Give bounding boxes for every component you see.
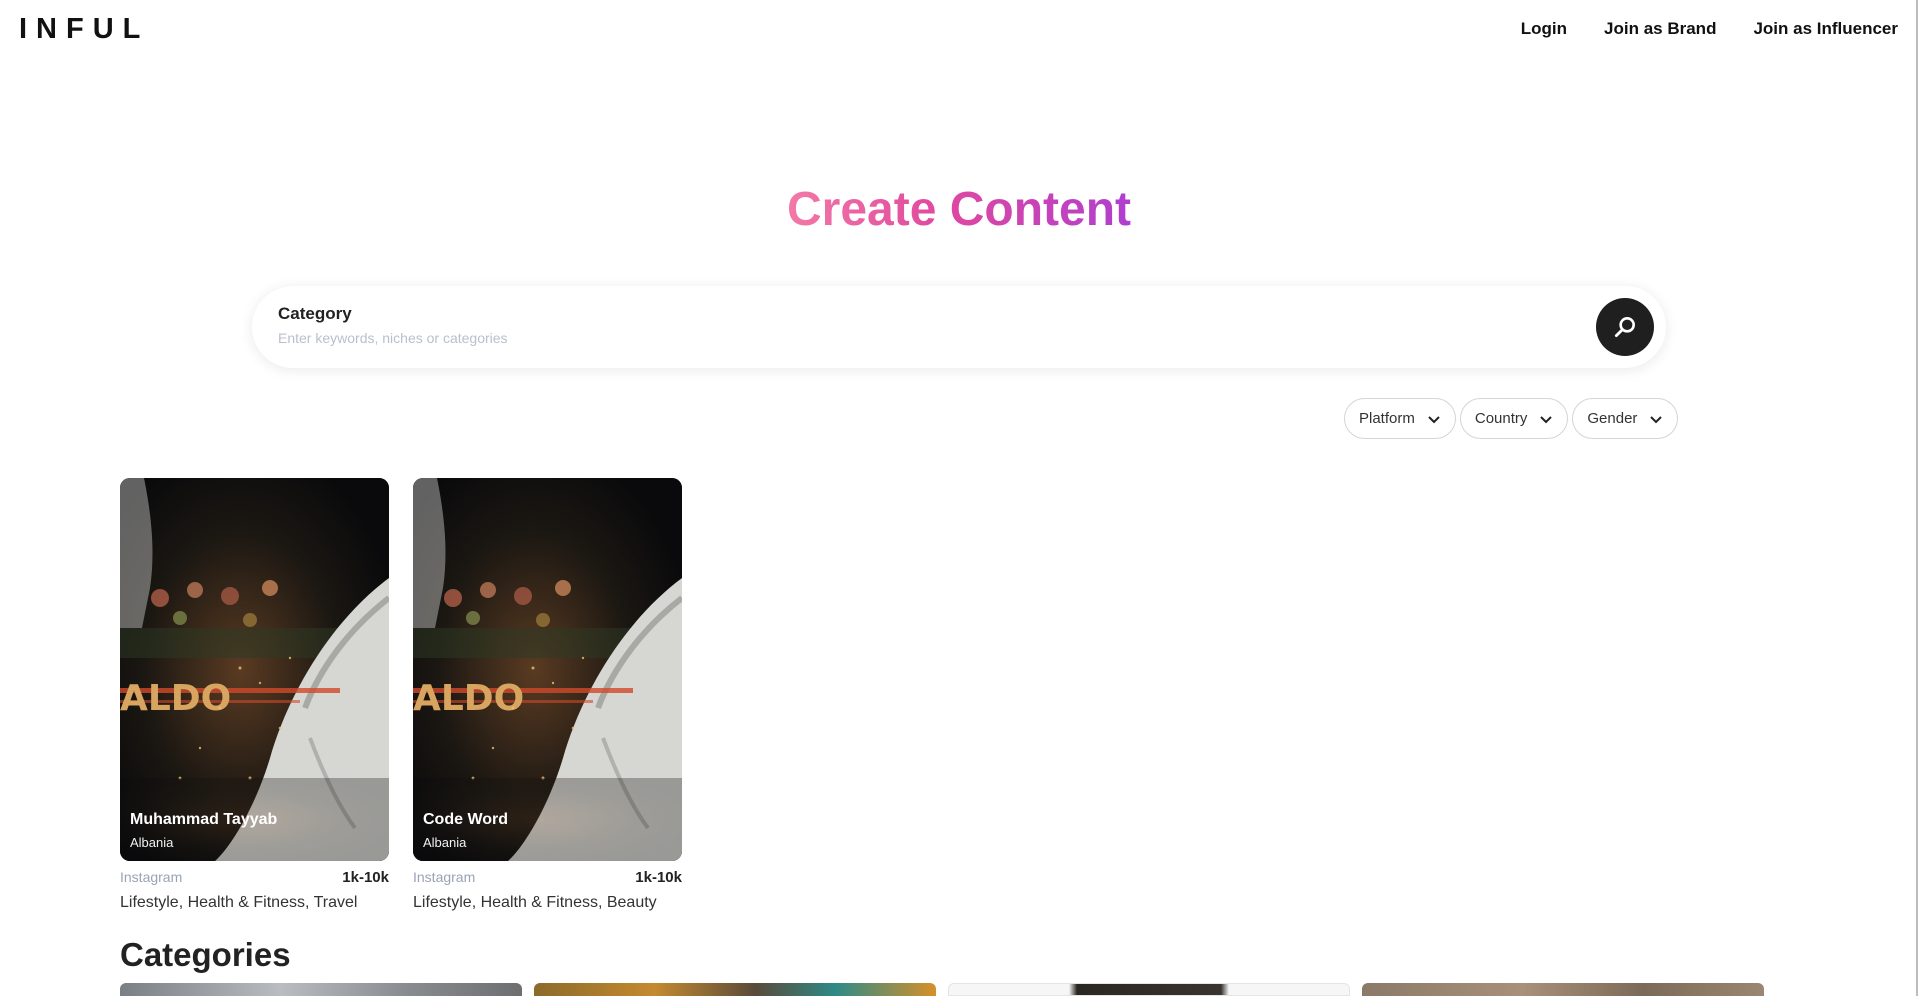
influencer-name: Muhammad Tayyab bbox=[130, 811, 278, 828]
join-as-influencer-link[interactable]: Join as Influencer bbox=[1753, 19, 1898, 39]
influencer-meta: Instagram 1k-10k bbox=[413, 869, 682, 886]
country-filter[interactable]: Country bbox=[1459, 398, 1569, 439]
gender-filter-label: Gender bbox=[1587, 410, 1638, 427]
search-button[interactable] bbox=[1596, 298, 1654, 356]
influencer-platform: Instagram bbox=[120, 869, 183, 885]
search-icon bbox=[1614, 317, 1635, 338]
header-nav: Login Join as Brand Join as Influencer bbox=[1521, 19, 1898, 39]
influencer-followers: 1k-10k bbox=[635, 869, 682, 886]
page-title: Create Content bbox=[786, 183, 1132, 236]
brand-logo[interactable]: INFUL bbox=[19, 13, 149, 46]
football-player-image: ALDO bbox=[120, 478, 389, 861]
filter-bar: Platform Country Gender bbox=[1344, 398, 1679, 439]
influencer-categories: Lifestyle, Health & Fitness, Beauty bbox=[413, 894, 657, 911]
category-card[interactable] bbox=[1362, 983, 1764, 996]
category-card[interactable] bbox=[120, 983, 522, 996]
influencer-platform: Instagram bbox=[413, 869, 476, 885]
influencer-followers: 1k-10k bbox=[342, 869, 389, 886]
influencer-country: Albania bbox=[130, 835, 174, 850]
platform-filter-label: Platform bbox=[1359, 410, 1415, 427]
category-card[interactable] bbox=[948, 983, 1350, 996]
image-overlay-text: ALDO bbox=[120, 678, 231, 719]
top-nav-bar: INFUL Login Join as Brand Join as Influe… bbox=[0, 0, 1918, 60]
influencer-card[interactable]: ALDO Muhammad Tayyab Albania Instagram 1… bbox=[120, 478, 389, 912]
category-card[interactable] bbox=[534, 983, 936, 996]
influencer-meta: Instagram 1k-10k bbox=[120, 869, 389, 886]
influencer-country: Albania bbox=[423, 835, 467, 850]
influencer-categories: Lifestyle, Health & Fitness, Travel bbox=[120, 894, 358, 911]
influencer-photo[interactable]: ALDO Code Word Albania bbox=[413, 478, 682, 861]
image-overlay-text: ALDO bbox=[413, 678, 524, 719]
influencer-photo[interactable]: ALDO Muhammad Tayyab Albania bbox=[120, 478, 389, 861]
chevron-down-icon bbox=[1540, 415, 1553, 423]
chevron-down-icon bbox=[1428, 415, 1440, 423]
login-link[interactable]: Login bbox=[1521, 19, 1567, 39]
platform-filter[interactable]: Platform bbox=[1344, 398, 1456, 439]
gender-filter[interactable]: Gender bbox=[1572, 398, 1679, 439]
influencer-name: Code Word bbox=[423, 811, 509, 828]
search-label: Category bbox=[278, 304, 352, 323]
category-search-bar: Category bbox=[252, 286, 1666, 368]
country-filter-label: Country bbox=[1474, 410, 1528, 427]
chevron-down-icon bbox=[1650, 415, 1663, 423]
search-input[interactable] bbox=[278, 330, 1278, 346]
join-as-brand-link[interactable]: Join as Brand bbox=[1604, 19, 1716, 39]
football-player-image: ALDO bbox=[413, 478, 682, 861]
influencer-card[interactable]: ALDO Code Word Albania Instagram 1k-10k … bbox=[413, 478, 682, 912]
categories-heading: Categories bbox=[120, 936, 291, 973]
